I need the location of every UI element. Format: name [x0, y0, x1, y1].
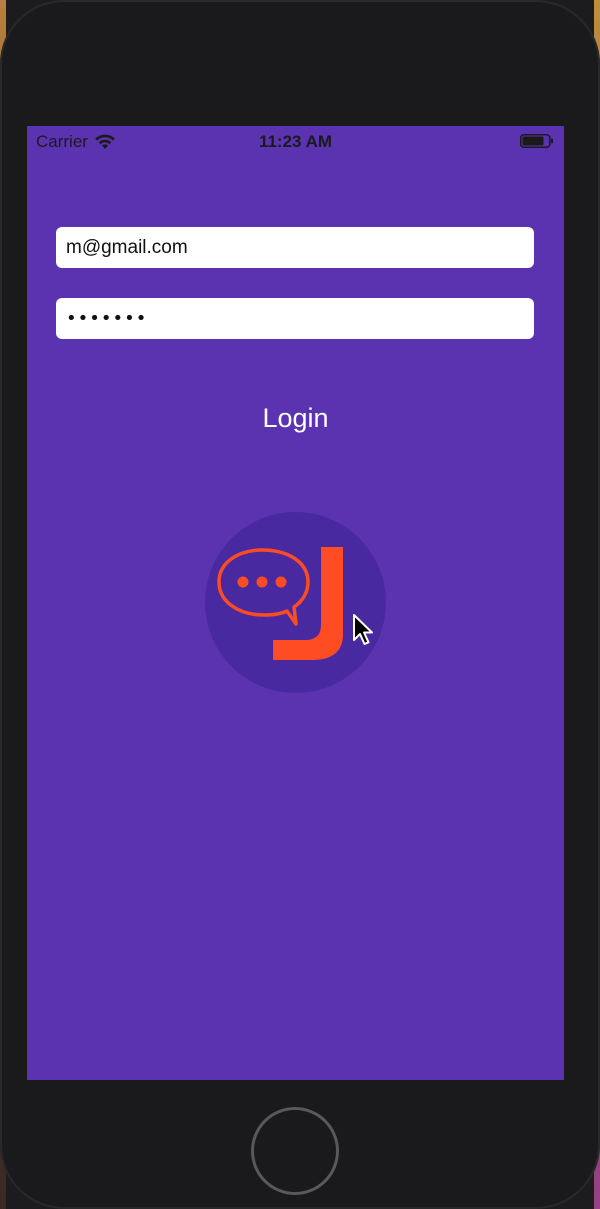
chat-dot — [237, 576, 249, 588]
password-field[interactable]: ••••••• — [56, 298, 534, 339]
chat-dot — [256, 576, 268, 588]
password-value: ••••••• — [66, 308, 148, 329]
mouse-cursor-icon — [353, 614, 373, 645]
app-screen: Carrier 11:23 AM m@gmail.com ••••••• Log… — [27, 126, 564, 1080]
home-button[interactable] — [251, 1107, 339, 1195]
login-button[interactable]: Login — [27, 403, 564, 434]
phone-frame: Carrier 11:23 AM m@gmail.com ••••••• Log… — [0, 0, 600, 1209]
status-bar: Carrier 11:23 AM — [27, 126, 564, 156]
chat-bubble-j-logo — [205, 512, 386, 693]
chat-dot — [275, 576, 287, 588]
battery-icon — [520, 134, 553, 148]
email-value: m@gmail.com — [66, 236, 188, 258]
status-time: 11:23 AM — [258, 132, 333, 151]
email-field[interactable]: m@gmail.com — [56, 227, 534, 268]
logo-circle — [205, 512, 386, 693]
